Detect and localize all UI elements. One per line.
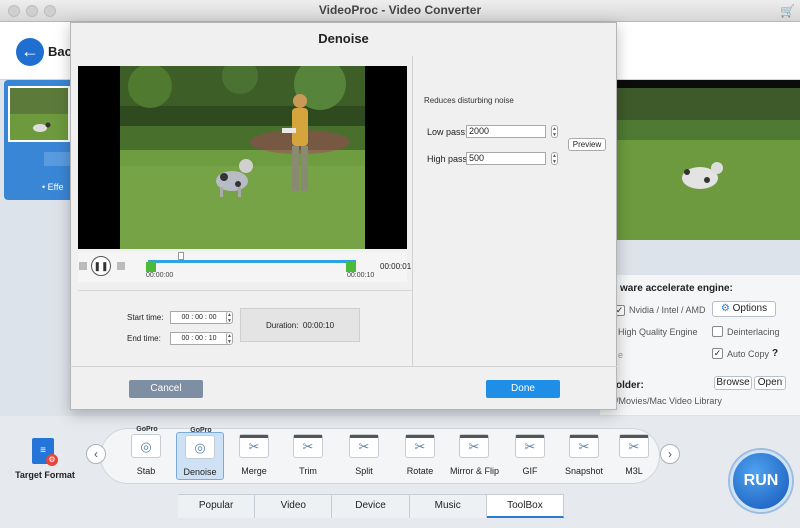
trim-track[interactable] <box>148 260 356 263</box>
scroll-left-arrow-icon[interactable]: ‹ <box>86 444 106 464</box>
tool-stab[interactable]: GoPro ◎ Stab <box>122 426 170 480</box>
done-button[interactable]: Done <box>486 380 560 398</box>
start-time-label: Start time: <box>127 313 164 322</box>
autocopy-checkbox[interactable]: ✓ <box>712 348 723 359</box>
tool-label: Stab <box>136 466 156 476</box>
low-pass-input[interactable]: 2000 <box>466 125 546 138</box>
gif-icon: ✂ <box>515 434 545 458</box>
rotate-icon: ✂ <box>405 434 435 458</box>
gopro-stab-icon: GoPro ◎ <box>131 426 161 458</box>
scroll-right-arrow-icon[interactable]: › <box>660 444 680 464</box>
mirror-flip-icon: ✂ <box>459 434 489 458</box>
nvidia-label: Nvidia / Intel / AMD <box>629 305 706 315</box>
cancel-button[interactable]: Cancel <box>129 380 203 398</box>
end-trim-handle[interactable] <box>346 262 356 272</box>
pause-icon[interactable]: ❚❚ <box>91 256 111 276</box>
timeline-start-time: 00:00:00 <box>146 272 174 279</box>
tool-merge[interactable]: ✂ Merge <box>230 432 278 480</box>
effect-text: • Effe <box>42 182 64 192</box>
start-trim-handle[interactable] <box>146 262 156 272</box>
timeline-end-time: 00:00:10 <box>347 272 375 279</box>
low-pass-stepper[interactable]: ▲ ▼ <box>551 125 558 138</box>
tool-mirror-flip[interactable]: ✂ Mirror & Flip <box>450 432 499 480</box>
high-pass-stepper[interactable]: ▲ ▼ <box>551 152 558 165</box>
next-frame-icon[interactable] <box>117 262 125 270</box>
tool-split[interactable]: ✂ Split <box>340 432 388 480</box>
end-time-label: End time: <box>127 334 161 343</box>
window-title: VideoProc - Video Converter <box>318 3 482 17</box>
deinterlacing-label: Deinterlacing <box>727 327 780 337</box>
trim-icon: ✂ <box>293 434 323 458</box>
run-button[interactable]: RUN <box>730 450 792 512</box>
snapshot-icon: ✂ <box>569 434 599 458</box>
duration-label: Duration: <box>265 321 299 330</box>
tool-label: Rotate <box>406 466 434 476</box>
tool-label: Split <box>355 466 373 476</box>
tab-popular[interactable]: Popular <box>178 495 256 518</box>
title-bar: VideoProc - Video Converter <box>0 0 800 22</box>
category-tabs: Popular Video Device Music ToolBox <box>178 494 565 518</box>
tool-rotate[interactable]: ✂ Rotate <box>396 432 444 480</box>
tool-label: GIF <box>522 466 538 476</box>
tool-label: Snapshot <box>564 466 604 476</box>
m3l-icon: ✂ <box>619 434 649 458</box>
help-icon[interactable]: ? <box>772 348 778 359</box>
partial-text: e <box>618 350 624 360</box>
duration-display: Duration: 00:00:10 <box>240 308 360 342</box>
settings-panel <box>600 275 800 415</box>
end-time-stepper[interactable]: ▲ ▼ <box>226 332 233 345</box>
output-preview <box>615 80 800 240</box>
playhead-handle[interactable] <box>178 252 184 260</box>
tool-denoise[interactable]: GoPro ◎ Denoise <box>176 427 224 480</box>
tool-m3l[interactable]: ✂ M3L <box>612 432 656 480</box>
duration-value: 00:00:10 <box>302 321 335 330</box>
preview-button[interactable]: Preview <box>568 138 606 151</box>
options-button[interactable]: ⚙ Options <box>712 301 776 317</box>
gear-badge-icon: ⚙ <box>46 454 58 466</box>
denoise-hint: Reduces disturbing noise <box>424 96 514 105</box>
folder-label: older: <box>616 380 644 391</box>
gear-icon: ⚙ <box>720 303 730 314</box>
low-pass-label: Low pass: <box>427 127 468 137</box>
tool-label: M3L <box>625 466 643 476</box>
options-label: Options <box>732 303 768 314</box>
split-icon: ✂ <box>349 434 379 458</box>
tool-label: Merge <box>241 466 267 476</box>
video-preview <box>78 66 407 249</box>
end-time-field[interactable]: 00 : 00 : 10 <box>170 332 228 345</box>
high-pass-input[interactable]: 500 <box>466 152 546 165</box>
high-pass-label: High pass: <box>427 154 470 164</box>
video-thumbnail[interactable] <box>8 86 70 142</box>
tool-label: Trim <box>299 466 317 476</box>
hq-engine-label: High Quality Engine <box>618 327 698 337</box>
tool-label: Denoise <box>183 467 217 477</box>
merge-icon: ✂ <box>239 434 269 458</box>
current-time: 00:00:01 <box>380 262 412 271</box>
open-button[interactable]: Open <box>754 376 786 390</box>
start-time-stepper[interactable]: ▲ ▼ <box>226 311 233 324</box>
tab-music[interactable]: Music <box>409 495 487 518</box>
dialog-title: Denoise <box>318 31 369 46</box>
start-time-field[interactable]: 00 : 00 : 00 <box>170 311 228 324</box>
target-format-label[interactable]: Target Format <box>8 470 82 480</box>
tool-label: Mirror & Flip <box>450 466 499 476</box>
tab-device[interactable]: Device <box>332 495 410 518</box>
tool-gif[interactable]: ✂ GIF <box>506 432 554 480</box>
autocopy-label: Auto Copy <box>727 349 770 359</box>
tab-toolbox[interactable]: ToolBox <box>486 495 565 518</box>
browse-button[interactable]: Browse <box>714 376 752 390</box>
cart-icon[interactable]: 🛒 <box>780 4 795 18</box>
deinterlacing-checkbox[interactable] <box>712 326 723 337</box>
engine-label: ware accelerate engine: <box>620 283 733 294</box>
tool-trim[interactable]: ✂ Trim <box>284 432 332 480</box>
tool-snapshot[interactable]: ✂ Snapshot <box>560 432 608 480</box>
tab-video[interactable]: Video <box>255 495 333 518</box>
gopro-denoise-icon: GoPro ◎ <box>185 427 215 459</box>
back-arrow-icon[interactable]: ← <box>16 38 44 66</box>
prev-frame-icon[interactable] <box>79 262 87 270</box>
folder-path: /Movies/Mac Video Library <box>616 396 722 406</box>
left-panel-button[interactable] <box>44 152 72 166</box>
